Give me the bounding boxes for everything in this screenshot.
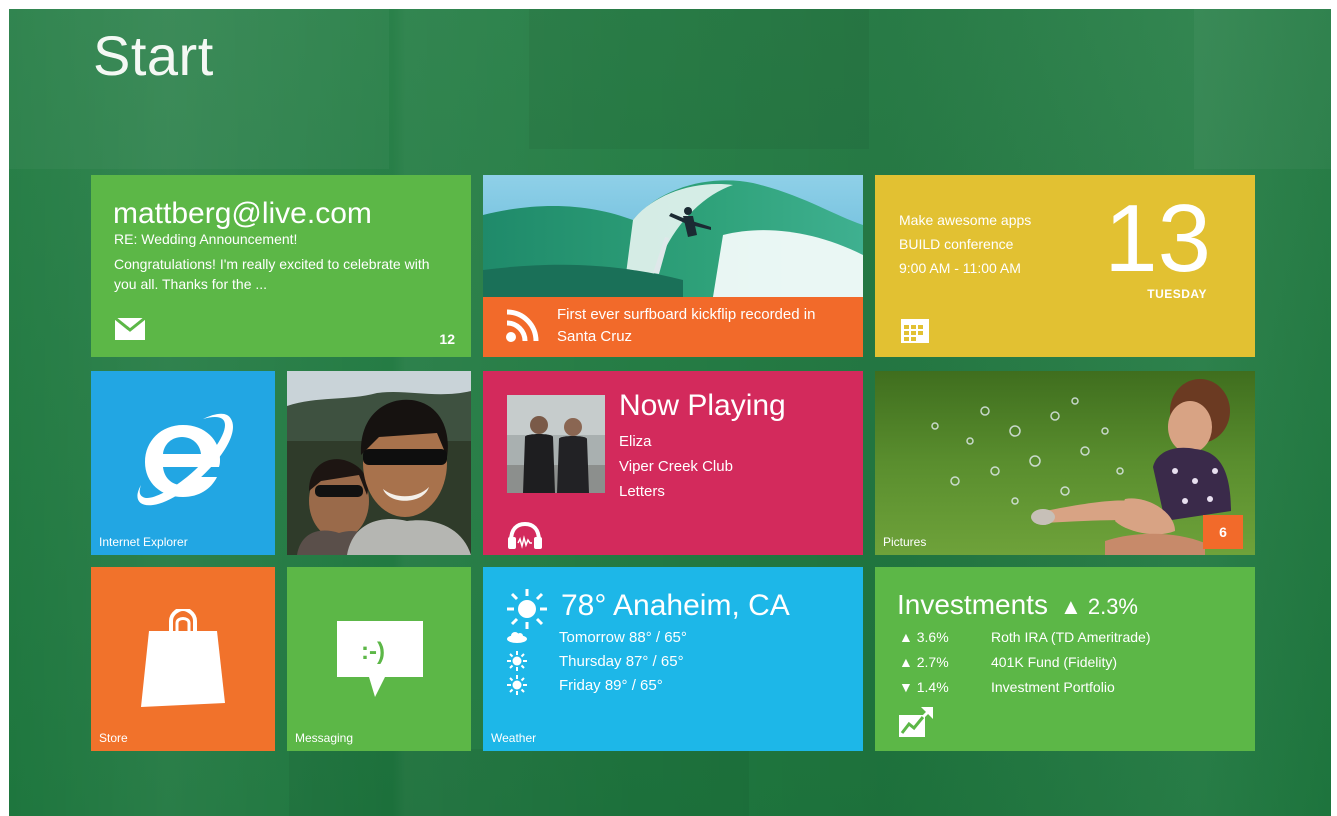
pictures-tile[interactable]: Pictures 6 bbox=[875, 371, 1255, 555]
investments-header: Investments ▲ 2.3% bbox=[897, 589, 1138, 621]
headphones-icon bbox=[507, 521, 543, 554]
investment-name: 401K Fund (Fidelity) bbox=[991, 654, 1118, 670]
investment-name: Roth IRA (TD Ameritrade) bbox=[991, 629, 1151, 645]
envelope-icon bbox=[114, 316, 146, 345]
song-name: Letters bbox=[619, 483, 665, 500]
investments-change: ▲ 2.3% bbox=[1059, 594, 1138, 619]
unread-count: 12 bbox=[439, 331, 455, 347]
people-photo-tile[interactable] bbox=[287, 371, 471, 555]
event-title: Make awesome apps bbox=[899, 212, 1032, 228]
music-tile[interactable]: Now Playing Eliza Viper Creek Club Lette… bbox=[483, 371, 863, 555]
calendar-icon bbox=[901, 319, 929, 348]
calendar-event: Make awesome apps BUILD conference 9:00 … bbox=[899, 208, 1031, 280]
investments-list: ▲ 3.6% Roth IRA (TD Ameritrade) ▲ 2.7% 4… bbox=[899, 625, 1151, 700]
forecast-row: Thursday 87° / 65° bbox=[507, 649, 684, 673]
surf-photo bbox=[483, 175, 863, 297]
cloud-icon bbox=[507, 631, 537, 643]
background-panel bbox=[529, 9, 869, 149]
mail-subject: RE: Wedding Announcement! bbox=[114, 231, 298, 247]
investment-change: ▲ 2.7% bbox=[899, 654, 949, 670]
artist-name: Eliza bbox=[619, 433, 652, 450]
investment-change: ▼ 1.4% bbox=[899, 679, 949, 695]
sun-icon bbox=[507, 675, 537, 695]
forecast-text: Tomorrow 88° / 65° bbox=[559, 628, 687, 646]
rss-icon bbox=[505, 309, 539, 348]
start-screen: Start mattberg@live.com RE: Wedding Anno… bbox=[9, 9, 1331, 816]
forecast-text: Friday 89° / 65° bbox=[559, 676, 663, 694]
page-title: Start bbox=[93, 24, 214, 87]
now-playing-title: Now Playing bbox=[619, 389, 786, 422]
list-item: ▼ 1.4% Investment Portfolio bbox=[899, 675, 1151, 700]
album-art bbox=[507, 395, 605, 493]
investments-title: Investments bbox=[897, 589, 1048, 620]
speech-bubble-icon: :-) bbox=[335, 617, 425, 712]
news-headline: First ever surfboard kickflip recorded i… bbox=[557, 306, 816, 345]
child-photo bbox=[875, 371, 1255, 555]
calendar-tile[interactable]: Make awesome apps BUILD conference 9:00 … bbox=[875, 175, 1255, 357]
current-weather: 78° Anaheim, CA bbox=[561, 589, 790, 622]
forecast-row: Friday 89° / 65° bbox=[507, 673, 663, 697]
event-time: 9:00 AM - 11:00 AM bbox=[899, 260, 1021, 276]
emoticon-text: :-) bbox=[361, 638, 385, 665]
internet-explorer-tile[interactable]: Internet Explorer bbox=[91, 371, 275, 555]
list-item: ▲ 2.7% 401K Fund (Fidelity) bbox=[899, 650, 1151, 675]
mail-tile[interactable]: mattberg@live.com RE: Wedding Announceme… bbox=[91, 175, 471, 357]
forecast-text: Thursday 87° / 65° bbox=[559, 652, 684, 670]
mail-address: mattberg@live.com bbox=[113, 197, 372, 230]
investment-name: Investment Portfolio bbox=[991, 679, 1115, 695]
news-tile[interactable]: First ever surfboard kickflip recorded i… bbox=[483, 175, 863, 357]
forecast-row: Tomorrow 88° / 65° bbox=[507, 625, 687, 649]
calendar-day: 13 bbox=[1104, 185, 1211, 292]
store-tile[interactable]: Store bbox=[91, 567, 275, 751]
mail-preview: Congratulations! I'm really excited to c… bbox=[114, 256, 430, 292]
tile-label: Weather bbox=[491, 731, 537, 745]
messaging-tile[interactable]: :-) Messaging bbox=[287, 567, 471, 751]
event-location: BUILD conference bbox=[899, 236, 1014, 252]
track-info: Eliza Viper Creek Club Letters bbox=[619, 429, 733, 504]
tile-label: Store bbox=[99, 731, 128, 745]
background-panel bbox=[1194, 9, 1331, 169]
sun-icon bbox=[507, 651, 537, 671]
chart-up-icon bbox=[899, 706, 934, 742]
investment-change: ▲ 3.6% bbox=[899, 629, 949, 645]
list-item: ▲ 3.6% Roth IRA (TD Ameritrade) bbox=[899, 625, 1151, 650]
finance-tile[interactable]: Investments ▲ 2.3% ▲ 3.6% Roth IRA (TD Am… bbox=[875, 567, 1255, 751]
tile-label: Messaging bbox=[295, 731, 354, 745]
pictures-count-badge: 6 bbox=[1203, 515, 1243, 549]
tile-label: Internet Explorer bbox=[99, 535, 188, 549]
weather-tile[interactable]: 78° Anaheim, CA Tomorrow 88° / 65° Thurs… bbox=[483, 567, 863, 751]
tile-label: Pictures bbox=[883, 535, 927, 549]
internet-explorer-icon bbox=[131, 407, 235, 516]
calendar-weekday: TUESDAY bbox=[1147, 287, 1207, 301]
background-panel bbox=[289, 749, 749, 816]
shopping-bag-icon bbox=[141, 606, 225, 712]
album-name: Viper Creek Club bbox=[619, 458, 733, 475]
people-photo bbox=[287, 371, 471, 555]
